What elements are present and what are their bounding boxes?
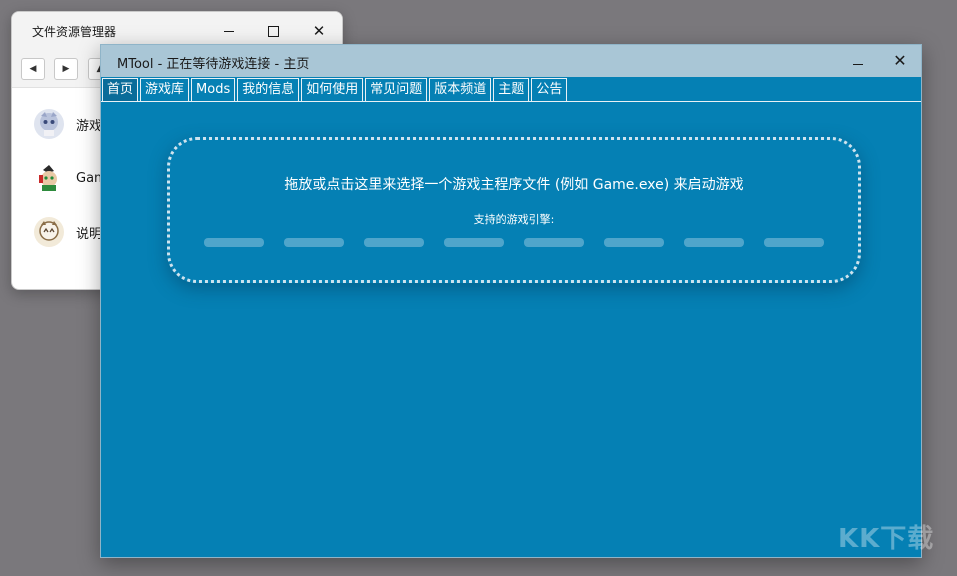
file-name: 游戏: [76, 118, 103, 134]
forward-arrow-icon: ▶: [62, 64, 70, 74]
engine-badge: [764, 238, 824, 247]
explorer-minimize-button[interactable]: [206, 18, 252, 44]
supported-engines-label: 支持的游戏引擎:: [473, 213, 555, 226]
tab-faq[interactable]: 常见问题: [365, 78, 428, 101]
tab-my-info[interactable]: 我的信息: [237, 78, 300, 101]
engine-badge: [364, 238, 424, 247]
maximize-icon: [267, 25, 279, 37]
engine-badge: [204, 238, 264, 247]
minimize-icon: [224, 30, 234, 32]
tab-home[interactable]: 首页: [102, 78, 139, 101]
file-name: 说明: [76, 226, 103, 242]
close-icon: ✕: [312, 21, 326, 40]
engine-badge: [684, 238, 744, 247]
game-exe-icon: [34, 163, 64, 193]
window-title: MTool - 正在等待游戏连接 - 主页: [117, 57, 310, 72]
mtool-window[interactable]: MTool - 正在等待游戏连接 - 主页 ✕ 首页 游戏库 Mods 我的信息…: [100, 44, 922, 558]
engine-badge: [604, 238, 664, 247]
tab-how-to-use[interactable]: 如何使用: [301, 78, 364, 101]
list-item[interactable]: 游戏: [34, 106, 102, 142]
minimize-icon: [853, 63, 863, 65]
close-button[interactable]: ✕: [880, 48, 920, 74]
explorer-close-button[interactable]: ✕: [296, 18, 342, 44]
forward-button[interactable]: ▶: [54, 58, 78, 80]
list-item[interactable]: Gam: [34, 160, 107, 196]
watermark: KK下载: [838, 524, 935, 554]
dropzone-instruction: 拖放或点击这里来选择一个游戏主程序文件 (例如 Game.exe) 来启动游戏: [284, 177, 744, 193]
tab-mods[interactable]: Mods: [191, 78, 236, 101]
tab-game-library[interactable]: 游戏库: [140, 78, 190, 101]
explorer-maximize-button[interactable]: [250, 18, 296, 44]
back-button[interactable]: ◀: [21, 58, 45, 80]
close-icon: ✕: [893, 51, 907, 70]
tab-version-channel[interactable]: 版本频道: [429, 78, 492, 101]
tab-bar: 首页 游戏库 Mods 我的信息 如何使用 常见问题 版本频道 主题 公告: [101, 78, 921, 102]
engine-badge: [524, 238, 584, 247]
tab-theme[interactable]: 主题: [493, 78, 530, 101]
explorer-title: 文件资源管理器: [32, 25, 117, 39]
engine-badge: [284, 238, 344, 247]
back-arrow-icon: ◀: [29, 64, 37, 74]
anime-character-icon: [34, 109, 64, 139]
anime-character-icon: [34, 217, 64, 247]
list-item[interactable]: 说明: [34, 214, 102, 250]
minimize-button[interactable]: [838, 48, 878, 74]
mtool-titlebar[interactable]: MTool - 正在等待游戏连接 - 主页 ✕: [101, 45, 921, 77]
tab-announcements[interactable]: 公告: [531, 78, 568, 101]
game-dropzone[interactable]: 拖放或点击这里来选择一个游戏主程序文件 (例如 Game.exe) 来启动游戏 …: [167, 137, 861, 283]
engine-badge: [444, 238, 504, 247]
